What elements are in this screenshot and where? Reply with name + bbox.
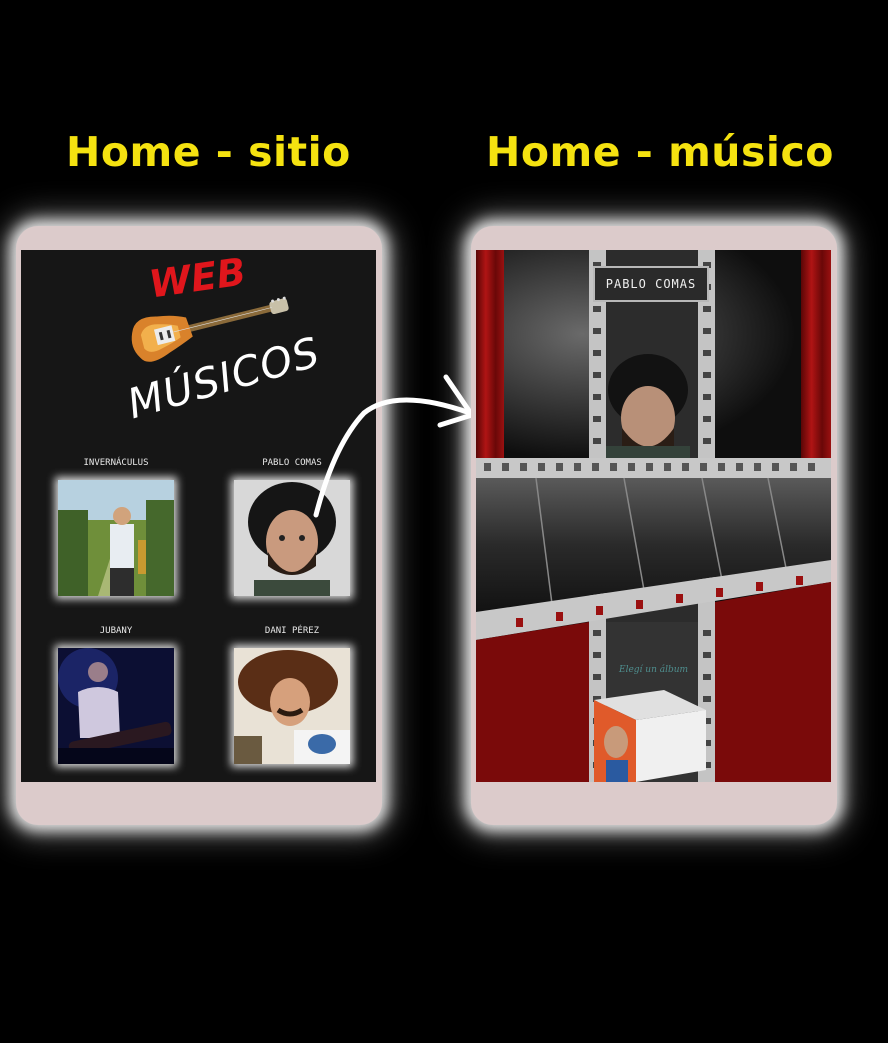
arrow-icon: [313, 374, 475, 518]
phone-frame-musician: PABLO COMAS Elegí un álbum: [471, 226, 837, 825]
musician-card-jubany[interactable]: [58, 648, 174, 764]
heading-musician-home: Home - músico: [486, 128, 834, 176]
album-cube: [594, 690, 706, 782]
musician-name-plate: PABLO COMAS: [593, 266, 709, 302]
musician-photo-dani-perez: [234, 648, 350, 764]
musician-card-dani-perez[interactable]: [234, 648, 350, 764]
choose-album-label[interactable]: Elegí un álbum: [619, 665, 688, 675]
film-stage-scene: [476, 250, 831, 782]
phone-frame-site: WEB MÚSICOS INVERNÁCULUS PABLO COMAS JUB…: [16, 226, 382, 825]
musician-label-jubany: JUBANY: [99, 626, 133, 636]
heading-site-home: Home - sitio: [66, 128, 351, 176]
musician-label-dani-perez: DANI PÉREZ: [264, 626, 320, 636]
musician-home-screen: PABLO COMAS Elegí un álbum: [476, 250, 831, 782]
musician-photo-invernaculus: [58, 480, 174, 596]
musician-card-invernaculus[interactable]: [58, 480, 174, 596]
musician-label-invernaculus: INVERNÁCULUS: [83, 458, 149, 468]
musician-photo-jubany: [58, 648, 174, 764]
